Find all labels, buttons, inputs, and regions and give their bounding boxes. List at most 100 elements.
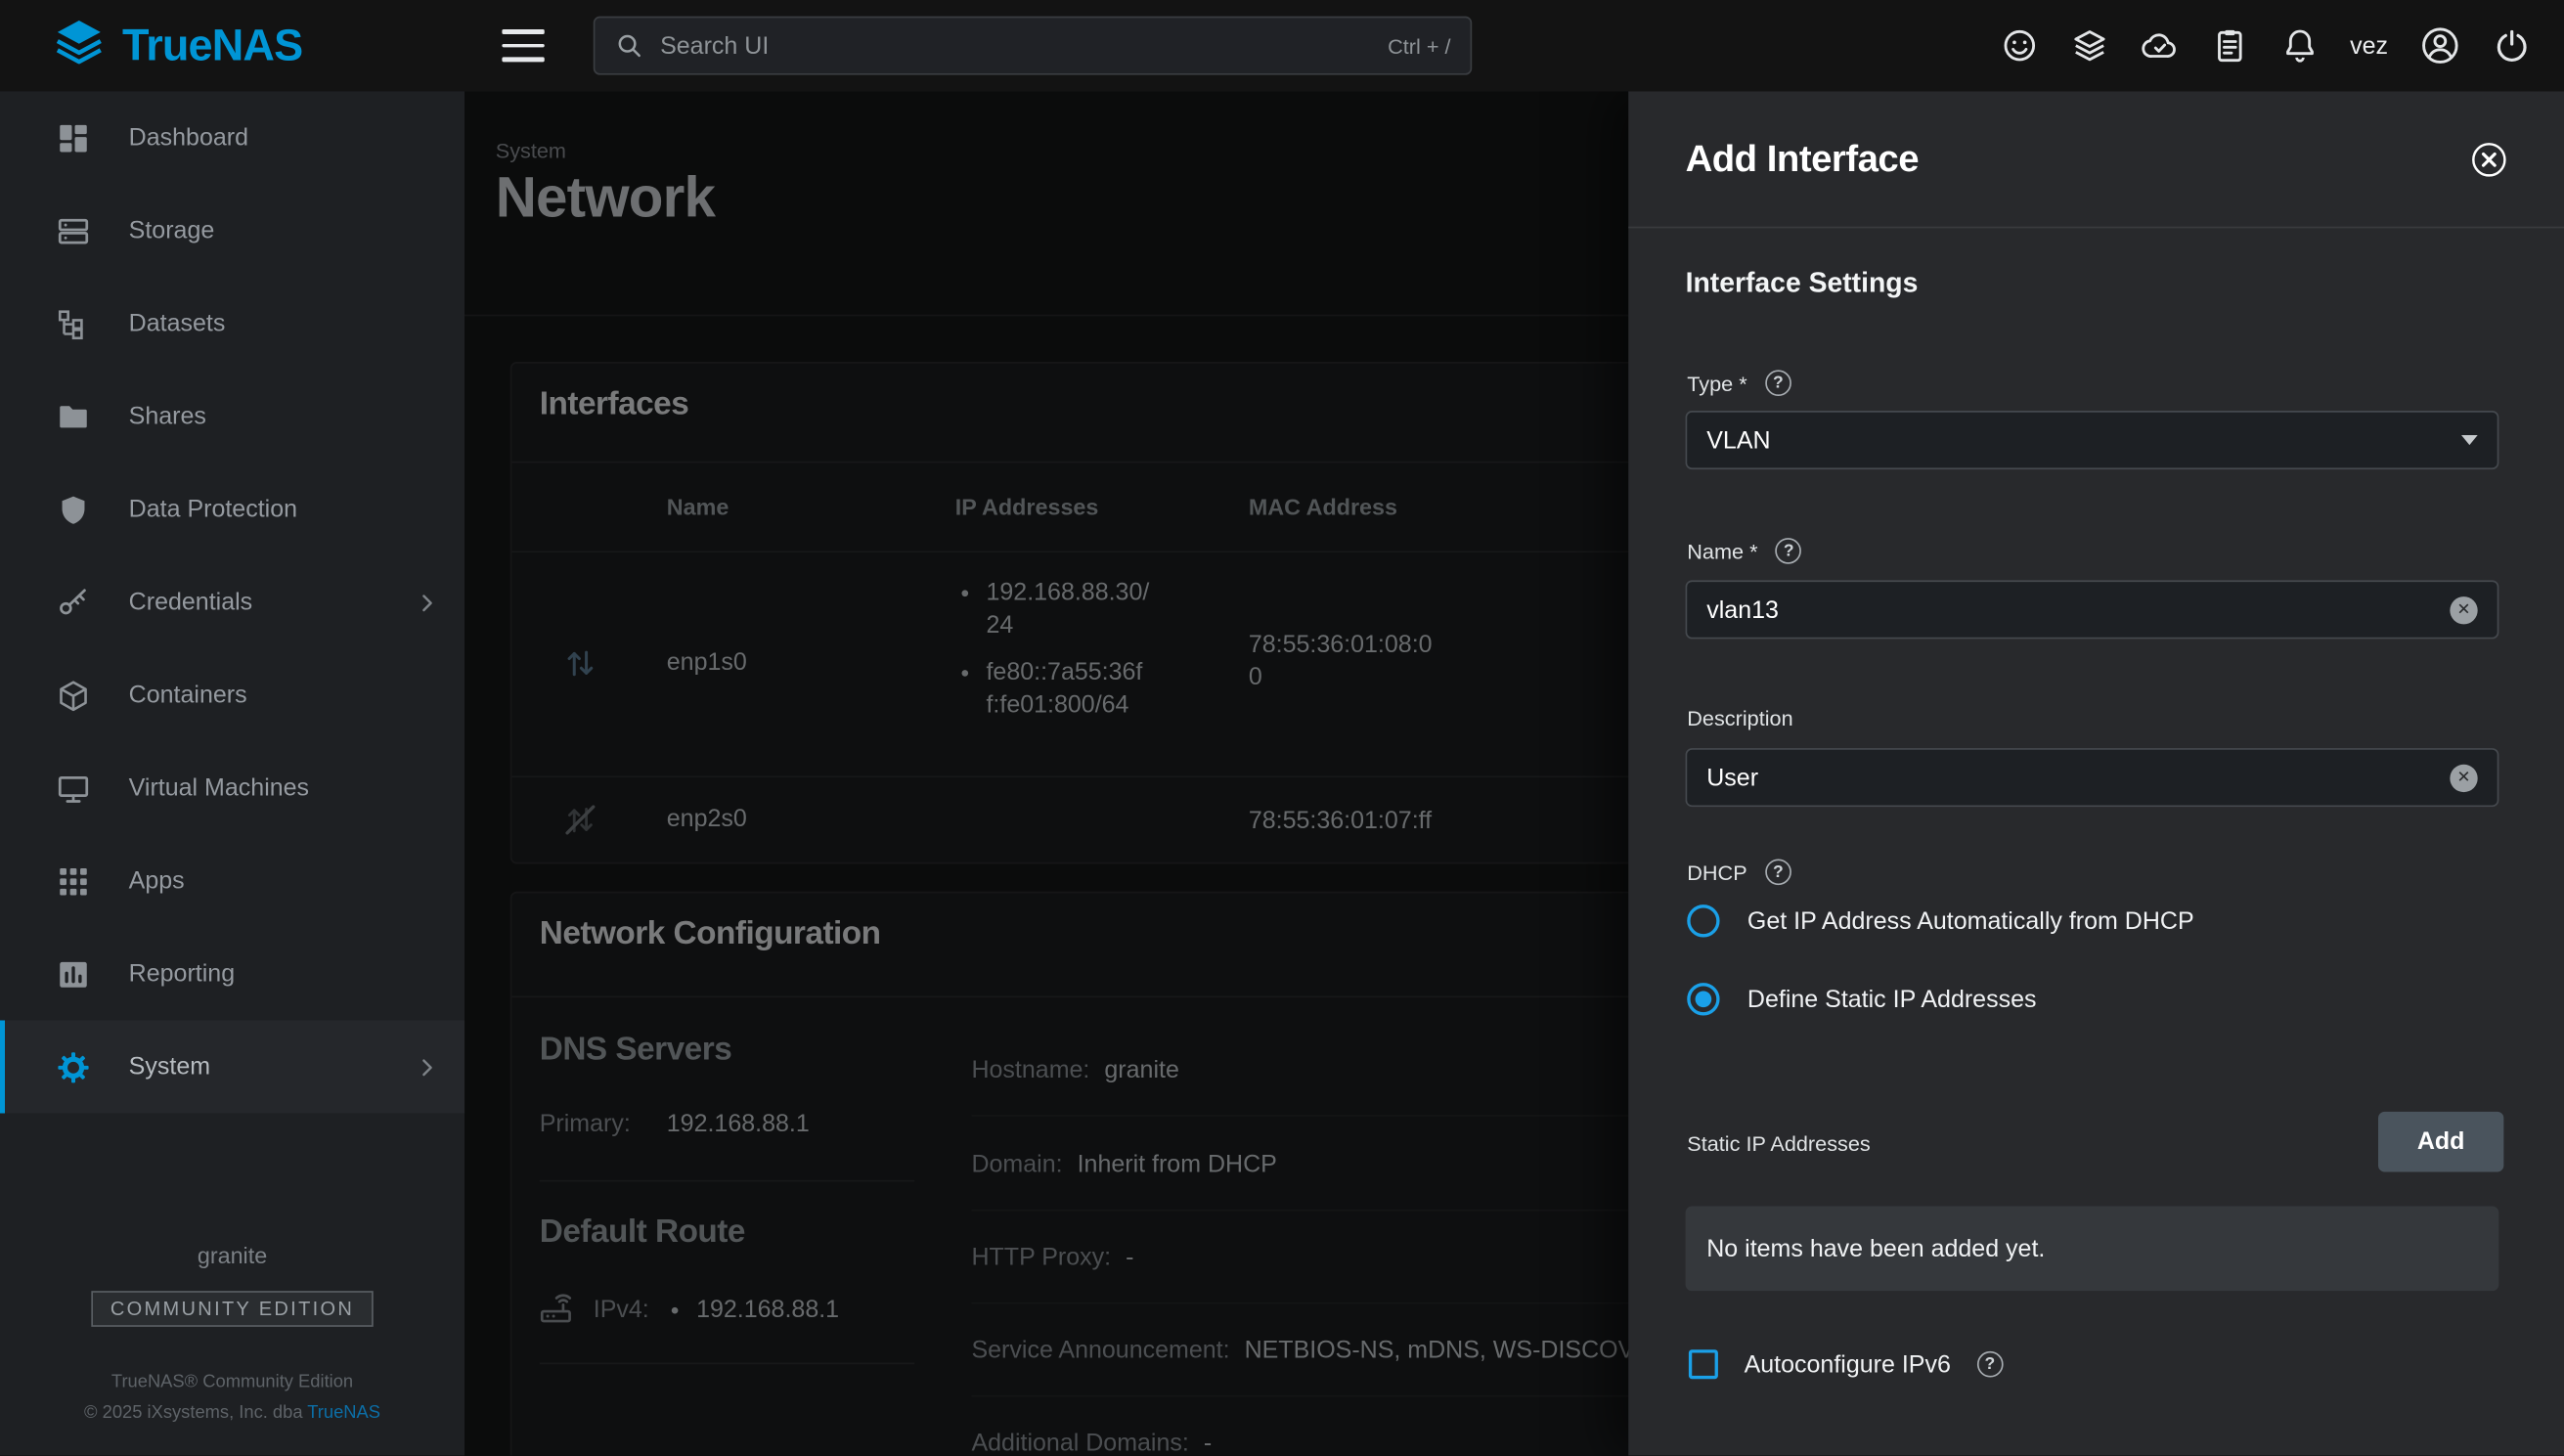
chevron-right-icon (414, 1054, 440, 1081)
radio-icon (1687, 904, 1719, 937)
name-field-label: Name * (1687, 538, 1801, 564)
checkbox-icon (1689, 1349, 1718, 1379)
product-edition-label: TrueNAS® Community Edition (0, 1373, 464, 1392)
radio-label: Get IP Address Automatically from DHCP (1747, 907, 2194, 935)
copyright-text: © 2025 iXsystems, Inc. dba (84, 1403, 307, 1423)
sidebar-item-containers[interactable]: Containers (0, 648, 464, 741)
type-label-text: Type * (1687, 371, 1746, 395)
truecommand-cloud-icon[interactable] (2140, 26, 2179, 66)
stacked-layers-icon[interactable] (2069, 26, 2108, 66)
topbar-actions: vez (2000, 0, 2532, 91)
type-select-value: VLAN (1706, 426, 1770, 454)
folder-icon (56, 399, 92, 435)
sidebar: Dashboard Storage Datasets Shares Data P… (0, 91, 464, 1455)
radio-dhcp-auto[interactable]: Get IP Address Automatically from DHCP (1687, 904, 2193, 937)
sidebar-item-label: System (129, 1053, 210, 1081)
checkbox-label: Autoconfigure IPv6 (1745, 1350, 1951, 1378)
add-static-ip-button[interactable]: Add (2378, 1112, 2503, 1172)
datasets-icon (56, 306, 92, 342)
alerts-bell-icon[interactable] (2279, 26, 2319, 66)
type-field-label: Type * (1687, 370, 1790, 396)
truenas-logo-icon (52, 18, 106, 73)
global-search: Ctrl + / (594, 17, 1472, 75)
edition-badge-wrap: COMMUNITY EDITION (0, 1291, 464, 1327)
gear-icon (56, 1049, 92, 1085)
clear-icon[interactable] (2450, 764, 2477, 791)
panel-title: Add Interface (1686, 137, 1919, 181)
close-icon[interactable] (2471, 141, 2507, 177)
section-title: Interface Settings (1686, 267, 1919, 299)
search-input[interactable] (660, 32, 1371, 60)
monitor-icon (56, 771, 92, 807)
sidebar-item-dashboard[interactable]: Dashboard (0, 91, 464, 184)
sidebar-item-label: Virtual Machines (129, 774, 309, 802)
add-interface-panel: Add Interface Interface Settings Type * … (1628, 91, 2564, 1455)
key-icon (56, 585, 92, 621)
sidebar-item-label: Reporting (129, 960, 235, 988)
topbar: TrueNAS Ctrl + / v (0, 0, 2564, 91)
panel-header: Add Interface (1628, 91, 2564, 228)
jobs-clipboard-icon[interactable] (2210, 26, 2249, 66)
username-label: vez (2350, 32, 2388, 60)
search-shortcut-hint: Ctrl + / (1388, 33, 1450, 58)
radio-static-ip[interactable]: Define Static IP Addresses (1687, 983, 2036, 1015)
radio-label: Define Static IP Addresses (1747, 986, 2037, 1013)
help-icon[interactable] (1776, 538, 1802, 564)
sidebar-item-storage[interactable]: Storage (0, 184, 464, 277)
sidebar-item-reporting[interactable]: Reporting (0, 927, 464, 1020)
chevron-down-icon (2461, 435, 2478, 445)
name-input[interactable] (1706, 596, 2437, 623)
system-hostname: granite (0, 1242, 464, 1268)
sidebar-item-system[interactable]: System (0, 1020, 464, 1113)
sidebar-item-apps[interactable]: Apps (0, 834, 464, 927)
sidebar-item-label: Data Protection (129, 496, 297, 523)
dhcp-label-text: DHCP (1687, 860, 1746, 884)
empty-list-message: No items have been added yet. (1686, 1207, 2499, 1292)
power-icon[interactable] (2493, 26, 2532, 66)
sidebar-item-virtual-machines[interactable]: Virtual Machines (0, 741, 464, 834)
feedback-smiley-icon[interactable] (2000, 26, 2039, 66)
description-input[interactable] (1706, 764, 2437, 791)
apps-grid-icon (56, 863, 92, 900)
sidebar-item-label: Credentials (129, 589, 252, 616)
chevron-right-icon (414, 590, 440, 616)
description-label-text: Description (1687, 706, 1792, 730)
storage-icon (56, 213, 92, 249)
dhcp-field-label: DHCP (1687, 859, 1790, 885)
sidebar-item-label: Datasets (129, 310, 226, 337)
dashboard-icon (56, 120, 92, 156)
name-label-text: Name * (1687, 539, 1757, 563)
truenas-logo-text: TrueNAS (122, 21, 302, 71)
sidebar-item-label: Shares (129, 403, 206, 430)
truenas-link[interactable]: TrueNAS (307, 1403, 380, 1423)
sidebar-item-label: Containers (129, 682, 247, 709)
type-select[interactable]: VLAN (1686, 411, 2499, 469)
sidebar-item-label: Apps (129, 867, 185, 895)
truenas-app: TrueNAS Ctrl + / v (0, 0, 2564, 1456)
description-field (1686, 748, 2499, 807)
sidebar-item-label: Dashboard (129, 124, 248, 152)
autoconfigure-ipv6-checkbox-row[interactable]: Autoconfigure IPv6 (1689, 1349, 2003, 1379)
cube-icon (56, 678, 92, 714)
help-icon[interactable] (1765, 859, 1791, 885)
name-field (1686, 580, 2499, 639)
sidebar-item-shares[interactable]: Shares (0, 370, 464, 463)
sidebar-item-credentials[interactable]: Credentials (0, 555, 464, 648)
bar-chart-icon (56, 956, 92, 993)
truenas-logo[interactable]: TrueNAS (52, 0, 302, 91)
search-icon (614, 31, 643, 61)
user-avatar-icon[interactable] (2419, 24, 2461, 66)
radio-checked-icon (1687, 983, 1719, 1015)
edition-badge: COMMUNITY EDITION (91, 1291, 374, 1327)
copyright-line: © 2025 iXsystems, Inc. dba TrueNAS (0, 1403, 464, 1423)
help-icon[interactable] (1977, 1351, 2004, 1378)
static-ip-label: Static IP Addresses (1687, 1131, 1871, 1156)
sidebar-item-label: Storage (129, 217, 215, 244)
shield-icon (56, 492, 92, 528)
help-icon[interactable] (1765, 370, 1791, 396)
sidebar-item-data-protection[interactable]: Data Protection (0, 463, 464, 555)
sidebar-item-datasets[interactable]: Datasets (0, 277, 464, 370)
clear-icon[interactable] (2450, 596, 2477, 623)
hamburger-menu-icon[interactable] (502, 29, 544, 62)
description-field-label: Description (1687, 706, 1792, 730)
